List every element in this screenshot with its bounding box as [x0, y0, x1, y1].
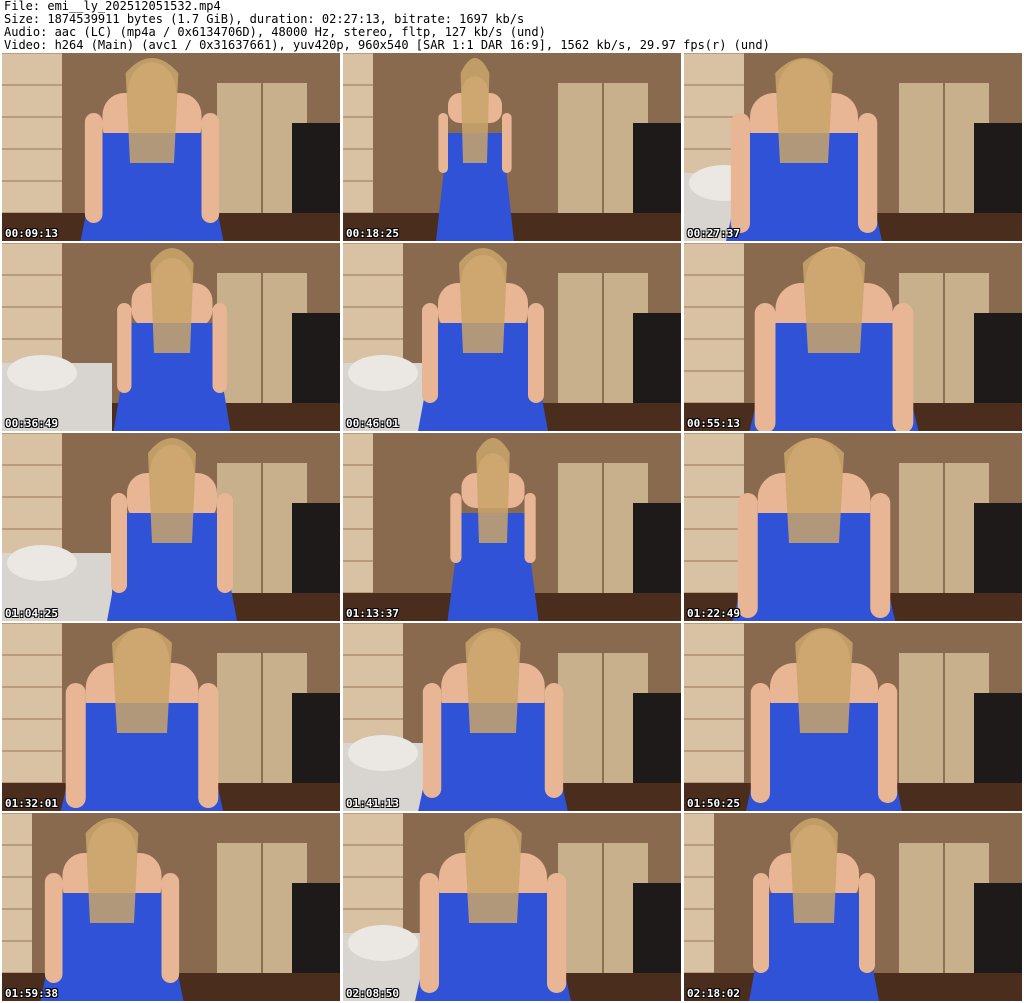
video-thumbnail: 00:18:25 — [343, 53, 681, 241]
audio-info-line: Audio: aac (LC) (mp4a / 0x6134706D), 480… — [4, 26, 546, 39]
thumbnail-scene — [2, 433, 340, 621]
thumbnail-timestamp: 02:18:02 — [687, 987, 740, 1000]
video-thumbnail: 01:32:01 — [2, 623, 340, 811]
thumbnail-timestamp: 01:13:37 — [346, 607, 399, 620]
thumbnail-timestamp: 02:08:50 — [346, 987, 399, 1000]
video-thumbnail: 01:50:25 — [684, 623, 1022, 811]
video-thumbnail: 02:08:50 — [343, 813, 681, 1001]
video-thumbnail: 02:18:02 — [684, 813, 1022, 1001]
thumbnail-scene — [2, 813, 340, 1001]
thumbnail-scene — [2, 243, 340, 431]
file-info-header: File: emi__ly_202512051532.mp4 Size: 187… — [4, 0, 1020, 52]
video-info-line: Video: h264 (Main) (avc1 / 0x31637661), … — [4, 39, 770, 52]
thumbnail-scene — [2, 53, 340, 241]
thumbnail-scene — [343, 433, 681, 621]
thumbnail-timestamp: 00:09:13 — [5, 227, 58, 240]
video-thumbnail: 00:55:13 — [684, 243, 1022, 431]
thumbnail-scene — [2, 623, 340, 811]
video-thumbnail: 01:04:25 — [2, 433, 340, 621]
file-name-line: File: emi__ly_202512051532.mp4 — [4, 0, 221, 13]
thumbnail-scene — [343, 243, 681, 431]
thumbnail-scene — [684, 243, 1022, 431]
video-thumbnail: 00:09:13 — [2, 53, 340, 241]
thumbnail-timestamp: 01:32:01 — [5, 797, 58, 810]
thumbnail-scene — [343, 623, 681, 811]
thumbnail-scene — [684, 433, 1022, 621]
thumbnail-timestamp: 00:36:49 — [5, 417, 58, 430]
thumbnail-timestamp: 01:04:25 — [5, 607, 58, 620]
thumbnail-grid: 00:09:13 00:18:25 00:27:37 00:36:49 00:46:01… — [2, 53, 1022, 1001]
thumbnail-scene — [684, 813, 1022, 1001]
video-thumbnail: 01:13:37 — [343, 433, 681, 621]
thumbnail-scene — [684, 623, 1022, 811]
thumbnail-timestamp: 00:18:25 — [346, 227, 399, 240]
file-size-line: Size: 1874539911 bytes (1.7 GiB), durati… — [4, 13, 525, 26]
thumbnail-timestamp: 01:59:38 — [5, 987, 58, 1000]
thumbnail-timestamp: 01:50:25 — [687, 797, 740, 810]
thumbnail-timestamp: 00:27:37 — [687, 227, 740, 240]
thumbnail-scene — [684, 53, 1022, 241]
video-thumbnail: 01:41:13 — [343, 623, 681, 811]
video-thumbnail: 00:36:49 — [2, 243, 340, 431]
thumbnail-scene — [343, 813, 681, 1001]
video-thumbnail: 01:59:38 — [2, 813, 340, 1001]
thumbnail-timestamp: 00:55:13 — [687, 417, 740, 430]
thumbnail-timestamp: 01:22:49 — [687, 607, 740, 620]
thumbnail-timestamp: 00:46:01 — [346, 417, 399, 430]
thumbnail-timestamp: 01:41:13 — [346, 797, 399, 810]
video-thumbnail: 01:22:49 — [684, 433, 1022, 621]
thumbnail-scene — [343, 53, 681, 241]
video-thumbnail: 00:46:01 — [343, 243, 681, 431]
video-thumbnail: 00:27:37 — [684, 53, 1022, 241]
